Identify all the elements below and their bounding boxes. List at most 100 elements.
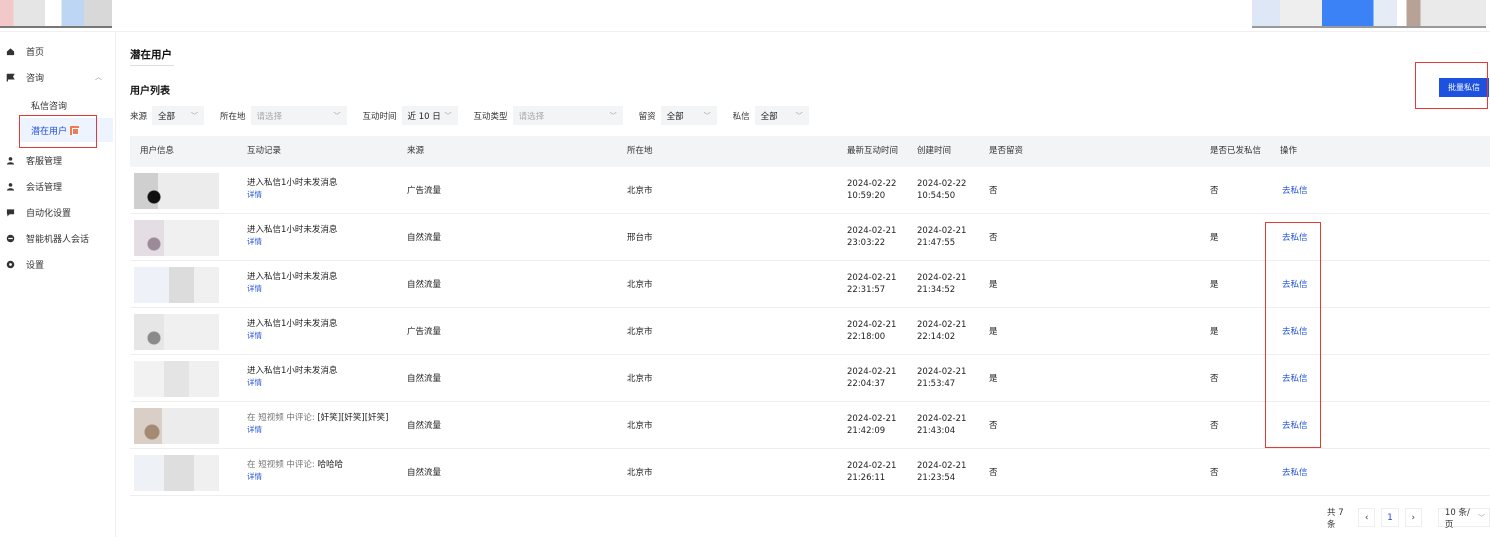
sidebar-subitem-label: 潜在用户 — [31, 126, 68, 137]
left-info-cell: 否 — [989, 186, 998, 196]
table-row: 进入私信1小时未发消息 详情 自然流量 北京市 2024-02-21 22:04:… — [130, 355, 1490, 402]
latest-interaction-time: 2024-02-21 22:04:37 — [847, 366, 896, 390]
sidebar-item-home[interactable]: 首页 — [0, 38, 116, 64]
latest-time: 10:59:20 — [847, 191, 886, 201]
sidebar-item-automation[interactable]: 自动化设置 — [0, 199, 116, 225]
location-cell: 北京市 — [627, 374, 653, 384]
filter-interaction-type-select[interactable]: 请选择 ﹀ — [512, 106, 623, 125]
column-header: 是否已发私信 — [1210, 146, 1262, 156]
user-table: 用户信息 互动记录 来源 所在地 最新互动时间 创建时间 是否留资 是否已发私信… — [130, 136, 1490, 496]
send-dm-link[interactable]: 去私信 — [1282, 184, 1308, 196]
chevron-down-icon: ﹀ — [1477, 513, 1485, 522]
source-cell: 广告流量 — [407, 327, 442, 337]
latest-time: 21:26:11 — [847, 473, 886, 483]
interaction-record: 进入私信1小时未发消息 — [247, 270, 337, 282]
batch-dm-button[interactable]: 批量私信 — [1439, 78, 1489, 97]
created-clock: 21:47:55 — [917, 238, 956, 248]
latest-date: 2024-02-21 — [847, 414, 897, 424]
chevron-up-icon[interactable]: ︿ — [95, 72, 102, 82]
record-text: 哈哈哈 — [317, 460, 343, 470]
blurred-logo — [0, 0, 112, 28]
send-dm-link[interactable]: 去私信 — [1282, 419, 1308, 431]
latest-interaction-time: 2024-02-22 10:59:20 — [847, 178, 896, 202]
record-text: 进入私信1小时未发消息 — [247, 272, 338, 282]
latest-date: 2024-02-22 — [847, 179, 897, 189]
created-time: 2024-02-21 21:53:47 — [917, 366, 966, 390]
latest-time: 22:18:00 — [847, 332, 886, 342]
filter-location-select[interactable]: 请选择 ﹀ — [250, 106, 347, 125]
sidebar-item-label: 会话管理 — [26, 182, 63, 193]
sidebar-item-consult[interactable]: 咨询 ︿ — [0, 64, 116, 90]
detail-link[interactable]: 详情 — [247, 377, 262, 388]
detail-link[interactable]: 详情 — [247, 236, 262, 247]
detail-link[interactable]: 详情 — [247, 189, 262, 200]
detail-link[interactable]: 详情 — [247, 330, 262, 341]
flag-icon — [6, 73, 15, 82]
send-dm-link[interactable]: 去私信 — [1282, 372, 1308, 384]
filter-value: 全部 — [666, 111, 684, 122]
blurred-user-avatar — [134, 361, 219, 397]
created-time: 2024-02-22 10:54:50 — [917, 178, 966, 202]
filter-source-select[interactable]: 全部 ﹀ — [152, 106, 205, 125]
sidebar-item-label: 客服管理 — [26, 156, 63, 167]
sidebar-item-label: 设置 — [26, 260, 45, 271]
record-prefix: 在 短视频 中评论: — [247, 460, 318, 470]
prev-page-button[interactable]: ‹ — [1358, 508, 1376, 527]
detail-link[interactable]: 详情 — [247, 283, 262, 294]
sidebar-item-session-management[interactable]: 会话管理 — [0, 173, 116, 199]
created-date: 2024-02-21 — [917, 461, 967, 471]
detail-link[interactable]: 详情 — [247, 471, 262, 482]
latest-interaction-time: 2024-02-21 21:26:11 — [847, 460, 896, 484]
latest-interaction-time: 2024-02-21 21:42:09 — [847, 413, 896, 437]
page-size-select[interactable]: 10 条/页 ﹀ — [1437, 508, 1490, 530]
source-cell: 自然流量 — [407, 468, 442, 478]
sidebar-subitem-potential-users[interactable]: 潜在用户 — [20, 118, 113, 142]
sidebar-item-label: 首页 — [26, 47, 45, 58]
next-page-button[interactable]: › — [1404, 508, 1422, 527]
blurred-user-avatar — [134, 267, 219, 303]
source-cell: 自然流量 — [407, 374, 442, 384]
created-date: 2024-02-21 — [917, 367, 967, 377]
created-clock: 21:23:54 — [917, 473, 956, 483]
record-prefix: 在 短视频 中评论: — [247, 413, 318, 423]
location-cell: 北京市 — [627, 421, 653, 431]
filter-dm-select[interactable]: 全部 ﹀ — [754, 106, 809, 125]
filter-label-dm: 私信 — [732, 111, 750, 122]
pagination-total: 共 7 条 — [1327, 507, 1344, 530]
filter-placeholder: 请选择 — [256, 111, 283, 122]
page-number-button[interactable]: 1 — [1381, 508, 1399, 527]
filter-lead-info-select[interactable]: 全部 ﹀ — [660, 106, 717, 125]
send-dm-link[interactable]: 去私信 — [1282, 278, 1308, 290]
created-date: 2024-02-21 — [917, 320, 967, 330]
source-cell: 自然流量 — [407, 421, 442, 431]
column-header: 来源 — [407, 146, 425, 156]
send-dm-link[interactable]: 去私信 — [1282, 231, 1308, 243]
latest-interaction-time: 2024-02-21 23:03:22 — [847, 225, 896, 249]
location-cell: 北京市 — [627, 327, 653, 337]
sidebar-item-settings[interactable]: 设置 — [0, 251, 116, 277]
detail-link[interactable]: 详情 — [247, 424, 262, 435]
left-info-cell: 否 — [989, 421, 998, 431]
created-time: 2024-02-21 21:43:04 — [917, 413, 966, 437]
send-dm-link[interactable]: 去私信 — [1282, 466, 1308, 478]
gear-icon — [6, 260, 15, 268]
blurred-account-area[interactable] — [1252, 0, 1486, 28]
sidebar-item-robot-session[interactable]: 智能机器人会话 — [0, 225, 116, 251]
sidebar: 首页 咨询 ︿ 私信咨询 潜在用户 客服管理 会话管理 自动化设置 智能机器人会… — [0, 32, 116, 537]
send-dm-link[interactable]: 去私信 — [1282, 325, 1308, 337]
chevron-right-icon: › — [1411, 512, 1416, 523]
sidebar-item-cs-management[interactable]: 客服管理 — [0, 147, 116, 173]
left-info-cell: 否 — [989, 468, 998, 478]
filter-label-lead-info: 留资 — [638, 111, 656, 122]
user-icon — [6, 182, 15, 191]
chevron-down-icon: ﹀ — [609, 111, 617, 120]
home-icon — [6, 47, 15, 55]
created-time: 2024-02-21 21:34:52 — [917, 272, 966, 296]
location-cell: 邢台市 — [627, 233, 653, 243]
user-icon — [6, 156, 15, 165]
title-underline — [130, 65, 174, 66]
sidebar-subitem-dm-consult[interactable]: 私信咨询 — [20, 93, 113, 117]
filter-interaction-time-select[interactable]: 近 10 日 ﹀ — [401, 106, 458, 125]
column-header: 操作 — [1280, 146, 1298, 156]
created-date: 2024-02-22 — [917, 179, 967, 189]
